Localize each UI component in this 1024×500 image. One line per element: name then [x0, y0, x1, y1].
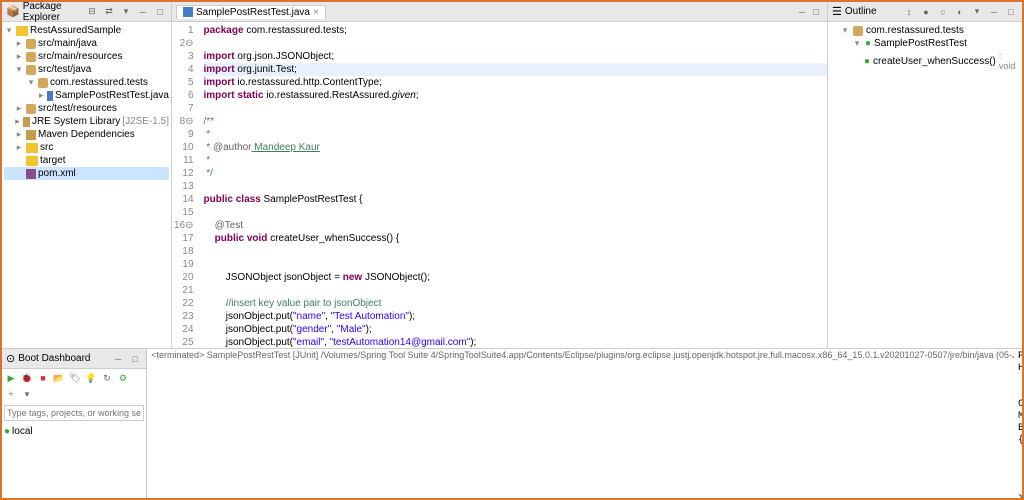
line-gutter: 12⊖345678⊖910111213141516⊖17181920212223… [172, 22, 200, 348]
outline-title: Outline [845, 6, 899, 17]
editor-min-icon[interactable]: ─ [795, 5, 809, 19]
boot-local-node[interactable]: ●local [4, 425, 144, 438]
sort-icon[interactable]: ↕ [902, 5, 916, 19]
jre-library[interactable]: ▸JRE System Library [J2SE-1.5] [4, 115, 169, 128]
package-explorer-panel: 📦 Package Explorer ⊟ ⇄ ▾ ─ □ ▾RestAssure… [2, 2, 172, 348]
boot-max-icon[interactable]: □ [128, 352, 142, 366]
package-icon: 📦 [6, 5, 20, 18]
editor-tabs: SamplePostRestTest.java × ─ □ [172, 2, 827, 22]
bulb-icon[interactable]: 💡 [84, 371, 98, 385]
boot-toolbar: ▶ 🐞 ■ 📂 🏷 💡 ↻ ⚙ + ▾ [2, 369, 146, 403]
add-icon[interactable]: + [4, 387, 18, 401]
outline-tree[interactable]: ▾com.restassured.tests ▾●SamplePostRestT… [828, 22, 1022, 74]
boot-search-input[interactable] [4, 405, 144, 421]
editor-area: SamplePostRestTest.java × ─ □ 12⊖345678⊖… [172, 2, 827, 348]
outline-icon: ☰ [832, 5, 842, 18]
main-area: 📦 Package Explorer ⊟ ⇄ ▾ ─ □ ▾RestAssure… [2, 2, 1022, 348]
collapse-all-icon[interactable]: ⊟ [85, 5, 99, 19]
outline-method[interactable]: ●createUser_whenSuccess(): void [830, 50, 1020, 72]
src-test-resources[interactable]: ▸src/test/resources [4, 102, 169, 115]
package-explorer-title: Package Explorer [23, 2, 82, 23]
open-icon[interactable]: 📂 [52, 371, 66, 385]
boot-search [4, 405, 144, 421]
refresh-icon[interactable]: ↻ [100, 371, 114, 385]
pom-xml[interactable]: pom.xml [4, 167, 169, 180]
java-file-icon [183, 7, 193, 17]
src-test-java[interactable]: ▾src/test/java [4, 63, 169, 76]
stop-icon[interactable]: ■ [36, 371, 50, 385]
filter2-icon[interactable]: ○ [936, 5, 950, 19]
debug-icon[interactable]: 🐞 [20, 371, 34, 385]
bottom-area: ⊙ Boot Dashboard ─ □ ▶ 🐞 ■ 📂 🏷 💡 ↻ ⚙ + ▾… [2, 348, 1022, 498]
boot-dashboard-panel: ⊙ Boot Dashboard ─ □ ▶ 🐞 ■ 📂 🏷 💡 ↻ ⚙ + ▾… [2, 349, 147, 498]
link-editor-icon[interactable]: ⇄ [102, 5, 116, 19]
console-output[interactable]: Path params: <none> Headers: authorizati… [1014, 349, 1022, 498]
boot-menu-icon[interactable]: ▾ [20, 387, 34, 401]
outline-panel: ☰ Outline ↕ ● ○ ◐ ▾ ─ □ ▾com.restassured… [827, 2, 1022, 348]
src-main-java[interactable]: ▸src/main/java [4, 37, 169, 50]
boot-dashboard-title: Boot Dashboard [18, 353, 108, 364]
outline-package[interactable]: ▾com.restassured.tests [830, 24, 1020, 37]
test-class-file[interactable]: ▸SamplePostRestTest.java [4, 89, 169, 102]
editor-tab-label: SamplePostRestTest.java [196, 7, 310, 18]
start-icon[interactable]: ▶ [4, 371, 18, 385]
code-area[interactable]: package com.restassured.tests; import or… [200, 22, 827, 348]
maven-deps[interactable]: ▸Maven Dependencies [4, 128, 169, 141]
boot-min-icon[interactable]: ─ [111, 352, 125, 366]
target-folder[interactable]: target [4, 154, 169, 167]
outline-min-icon[interactable]: ─ [987, 5, 1001, 19]
console-terminated-line: <terminated> SamplePostRestTest [JUnit] … [147, 349, 1014, 498]
editor-max-icon[interactable]: □ [809, 5, 823, 19]
editor-tab-active[interactable]: SamplePostRestTest.java × [176, 5, 326, 19]
close-tab-icon[interactable]: × [313, 7, 319, 18]
outline-header: ☰ Outline ↕ ● ○ ◐ ▾ ─ □ [828, 2, 1022, 22]
filter3-icon[interactable]: ◐ [953, 5, 967, 19]
minimize-icon[interactable]: ─ [136, 5, 150, 19]
package-explorer-tree[interactable]: ▾RestAssuredSample ▸src/main/java ▸src/m… [2, 22, 171, 348]
outline-menu-icon[interactable]: ▾ [970, 5, 984, 19]
editor-content[interactable]: 12⊖345678⊖910111213141516⊖17181920212223… [172, 22, 827, 348]
test-package[interactable]: ▾com.restassured.tests [4, 76, 169, 89]
boot-dashboard-header: ⊙ Boot Dashboard ─ □ [2, 349, 146, 369]
tag-icon[interactable]: 🏷 [68, 371, 82, 385]
filter1-icon[interactable]: ● [919, 5, 933, 19]
project-node[interactable]: ▾RestAssuredSample [4, 24, 169, 37]
outline-class[interactable]: ▾●SamplePostRestTest [830, 37, 1020, 50]
filter-icon[interactable]: ⚙ [116, 371, 130, 385]
outline-max-icon[interactable]: □ [1004, 5, 1018, 19]
boot-tree[interactable]: ●local [2, 423, 146, 498]
src-main-resources[interactable]: ▸src/main/resources [4, 50, 169, 63]
boot-icon: ⊙ [6, 352, 15, 365]
view-menu-icon[interactable]: ▾ [119, 5, 133, 19]
src-folder[interactable]: ▸src [4, 141, 169, 154]
package-explorer-header: 📦 Package Explorer ⊟ ⇄ ▾ ─ □ [2, 2, 171, 22]
maximize-icon[interactable]: □ [153, 5, 167, 19]
